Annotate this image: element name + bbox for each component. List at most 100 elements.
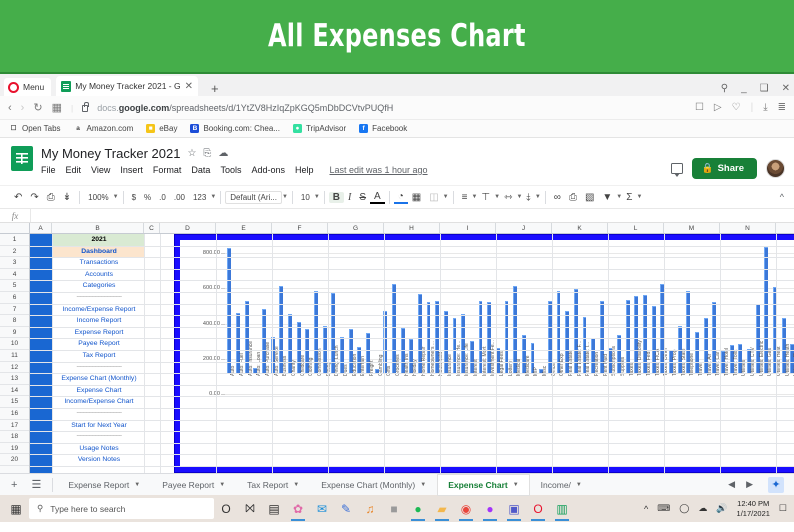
menu-format[interactable]: Format: [153, 165, 182, 175]
back-arrow-icon[interactable]: ‹: [8, 102, 12, 114]
chevron-down-icon[interactable]: ▼: [219, 478, 225, 492]
row-header-14[interactable]: 14: [0, 385, 29, 397]
action-center-icon[interactable]: ☐: [779, 503, 787, 514]
reload-icon[interactable]: ↻: [33, 101, 42, 114]
keyboard-icon[interactable]: ⌨: [657, 503, 670, 514]
sheet-tab-expense-chart-monthly[interactable]: Expense Chart (Monthly)▼: [310, 474, 437, 496]
chevron-down-icon[interactable]: ▼: [576, 478, 582, 492]
nav-link-expense-chart[interactable]: Expense Chart: [53, 385, 145, 397]
sheet-tab-expense-report[interactable]: Expense Report▼: [57, 474, 151, 496]
sheet-tab-income[interactable]: Income/▼: [530, 474, 593, 496]
font-family-select[interactable]: Default (Ari...: [225, 191, 282, 204]
currency-format-button[interactable]: $: [128, 193, 140, 202]
add-sheet-icon[interactable]: +: [4, 479, 24, 491]
opera-menu-button[interactable]: Menu: [4, 78, 51, 96]
column-header-I[interactable]: I: [440, 223, 496, 233]
nav-link-expense-chart-monthly[interactable]: Expense Chart (Monthly): [53, 373, 145, 385]
bookmark-amazon[interactable]: aAmazon.com: [74, 124, 134, 133]
last-edit-status[interactable]: Last edit was 1 hour ago: [330, 165, 428, 175]
messenger-icon[interactable]: ●: [478, 495, 502, 522]
task-view-icon[interactable]: ⨝: [238, 495, 262, 522]
spotify-icon[interactable]: ●: [406, 495, 430, 522]
sheet-tab-payee-report[interactable]: Payee Report▼: [151, 474, 236, 496]
insert-link-icon[interactable]: ∞: [550, 192, 565, 203]
redo-icon[interactable]: ↷: [26, 192, 42, 203]
bookmark-ebay[interactable]: ■eBay: [146, 124, 177, 133]
star-icon[interactable]: ☆: [187, 148, 196, 159]
search-icon[interactable]: ⚲: [721, 83, 728, 94]
onedrive-icon[interactable]: ☁: [698, 503, 707, 514]
expense-chart-object[interactable]: 800.00600.00400.00200.000.00 AutoAuto: F…: [175, 235, 794, 472]
new-tab-button[interactable]: +: [206, 81, 224, 96]
bookmark-tripadvisor[interactable]: ●TripAdvisor: [293, 124, 346, 133]
chevron-down-icon[interactable]: ▼: [134, 478, 140, 492]
nav-link-usage-notes[interactable]: Usage Notes: [53, 443, 145, 455]
column-a-selection[interactable]: [30, 234, 52, 473]
filter-icon[interactable]: ▼: [598, 192, 616, 203]
nav-link-categories[interactable]: Categories: [53, 280, 145, 292]
row-header-11[interactable]: 11: [0, 350, 29, 362]
column-header-L[interactable]: L: [608, 223, 664, 233]
select-all-corner[interactable]: [0, 223, 30, 233]
restore-icon[interactable]: ❑: [760, 83, 769, 94]
row-header-8[interactable]: 8: [0, 315, 29, 327]
merge-cells-icon[interactable]: ◫: [425, 192, 442, 203]
microsoft-teams-icon[interactable]: ▣: [502, 495, 526, 522]
sheet-tab-expense-chart[interactable]: Expense Chart▼: [437, 474, 529, 496]
row-header-15[interactable]: 15: [0, 396, 29, 408]
menu-file[interactable]: File: [41, 165, 56, 175]
menu-edit[interactable]: Edit: [66, 165, 82, 175]
clock[interactable]: 12:40 PM 1/17/2021: [737, 499, 770, 519]
percent-format-button[interactable]: %: [140, 193, 155, 202]
column-header-A[interactable]: A: [30, 223, 52, 233]
mail-icon[interactable]: ✉: [310, 495, 334, 522]
sheets-app-icon[interactable]: ▥: [550, 495, 574, 522]
decrease-decimal-button[interactable]: .0: [155, 193, 170, 202]
insert-chart-icon[interactable]: ▧: [581, 192, 598, 203]
tab-grid-icon[interactable]: ▦: [52, 101, 62, 114]
bold-button[interactable]: B: [329, 192, 344, 203]
sticky-notes-icon[interactable]: ✎: [334, 495, 358, 522]
chevron-down-icon[interactable]: ▼: [314, 194, 320, 200]
move-to-folder-icon[interactable]: ⎘: [203, 148, 211, 159]
chevron-down-icon[interactable]: ▼: [113, 194, 119, 200]
wifi-icon[interactable]: ◯: [679, 503, 689, 514]
row-header-1[interactable]: 1: [0, 234, 29, 246]
nav-link-transactions[interactable]: Transactions: [53, 257, 145, 269]
chevron-down-icon[interactable]: ▼: [282, 194, 288, 200]
close-icon[interactable]: ✕: [782, 83, 790, 94]
strikethrough-button[interactable]: S: [355, 192, 370, 203]
column-header-F[interactable]: F: [272, 223, 328, 233]
minimize-icon[interactable]: _: [741, 83, 747, 94]
functions-sigma-icon[interactable]: Σ: [622, 192, 636, 203]
column-header-J[interactable]: J: [496, 223, 552, 233]
row-header-3[interactable]: 3: [0, 257, 29, 269]
chevron-down-icon[interactable]: ▼: [420, 478, 426, 492]
page-title[interactable]: My Money Tracker 2021: [41, 146, 180, 161]
text-color-button[interactable]: A: [370, 191, 385, 204]
column-header-C[interactable]: C: [144, 223, 160, 233]
column-header-G[interactable]: G: [328, 223, 384, 233]
download-icon[interactable]: ⤓: [763, 102, 767, 113]
nav-link-start-for-next-year[interactable]: Start for Next Year: [53, 420, 145, 432]
column-header-M[interactable]: M: [664, 223, 720, 233]
nav-link-income-expense-report[interactable]: Income/Expense Report: [53, 304, 145, 316]
bookmark-booking[interactable]: BBooking.com: Chea...: [190, 124, 279, 133]
prev-sheet-icon[interactable]: ◀: [728, 479, 735, 490]
undo-icon[interactable]: ↶: [10, 192, 26, 203]
nav-link-payee-report[interactable]: Payee Report: [53, 338, 145, 350]
row-header-7[interactable]: 7: [0, 304, 29, 316]
text-rotation-icon[interactable]: ⤈: [522, 192, 534, 203]
column-header-E[interactable]: E: [216, 223, 272, 233]
increase-decimal-button[interactable]: .00: [170, 193, 189, 202]
chevron-down-icon[interactable]: ▼: [636, 194, 642, 200]
row-header-6[interactable]: 6: [0, 292, 29, 304]
microsoft-store-icon[interactable]: ▤: [262, 495, 286, 522]
headphones-icon[interactable]: ♫: [358, 495, 382, 522]
volume-icon[interactable]: 🔊: [716, 503, 727, 514]
menu-lines-icon[interactable]: ≣: [778, 102, 786, 113]
menu-insert[interactable]: Insert: [120, 165, 143, 175]
row-header-5[interactable]: 5: [0, 280, 29, 292]
paint-3d-icon[interactable]: ✿: [286, 495, 310, 522]
browser-tab[interactable]: My Money Tracker 2021 - G ✕: [56, 76, 198, 96]
